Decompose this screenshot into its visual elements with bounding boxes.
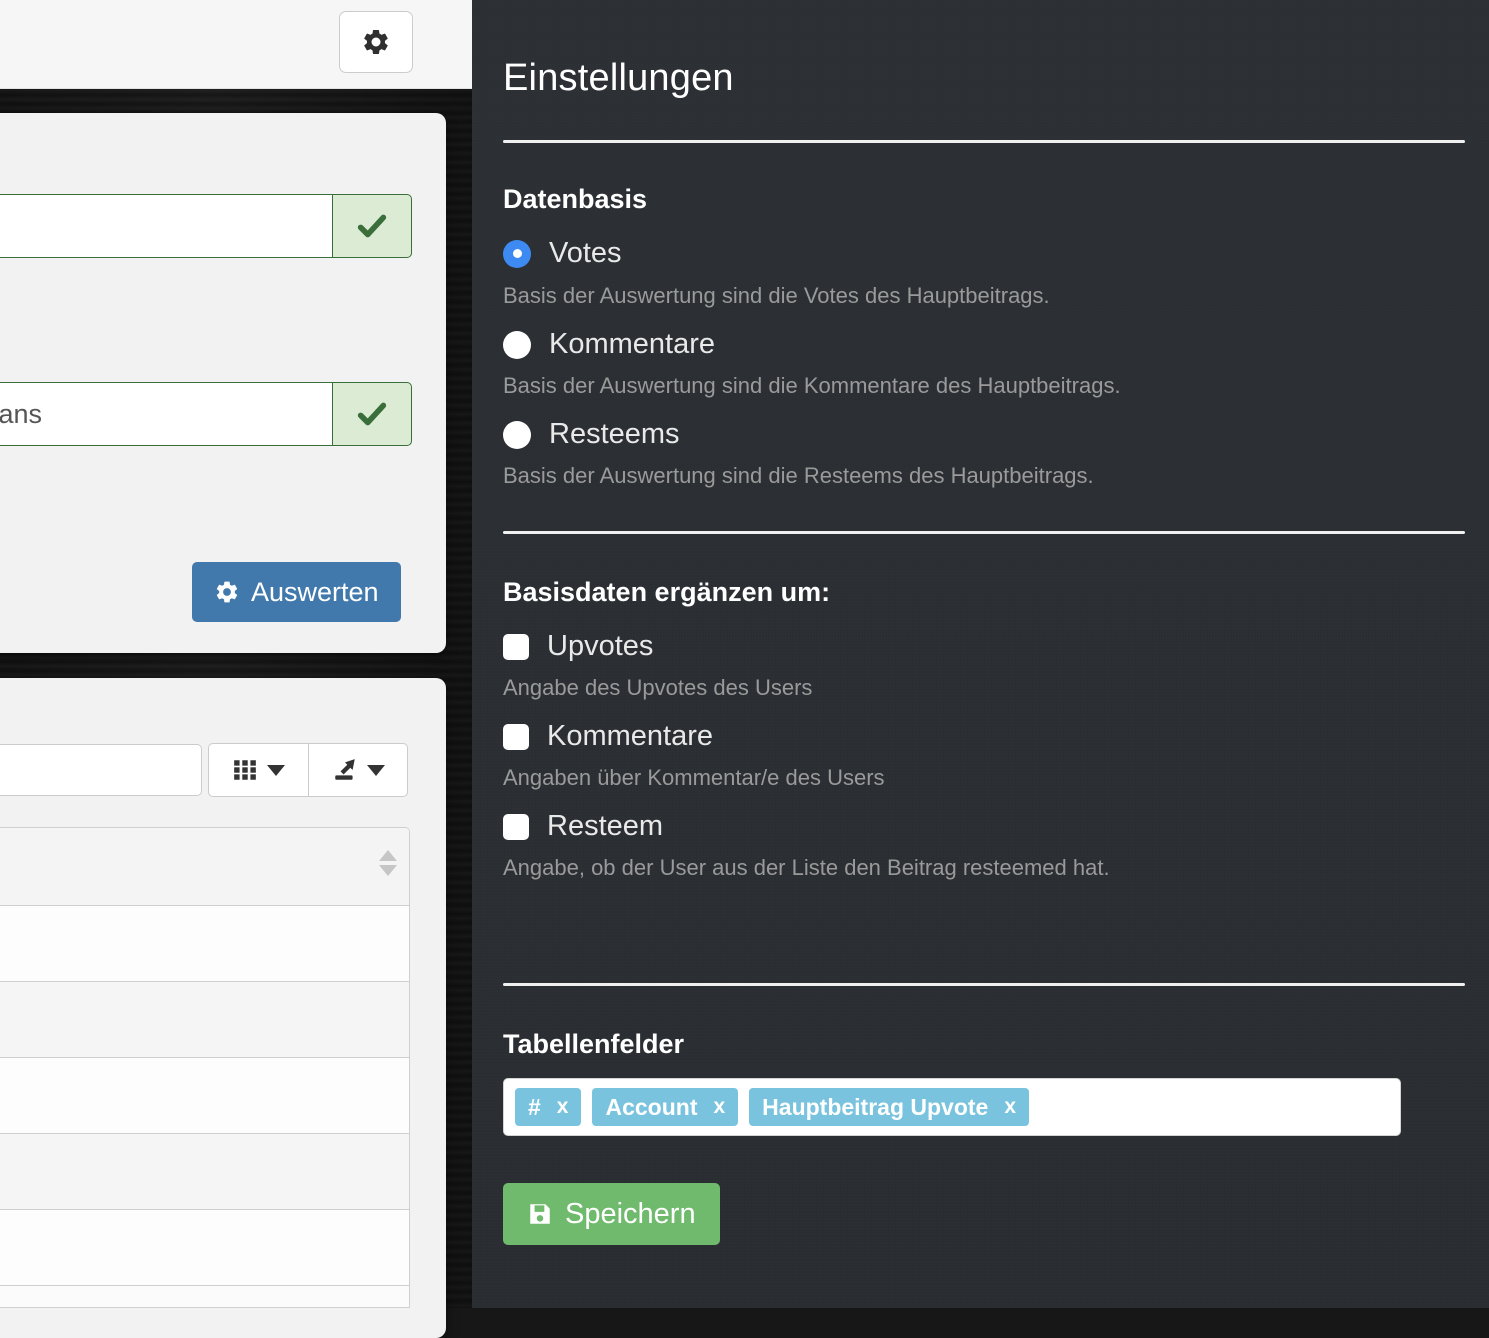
auswerten-button[interactable]: Auswerten <box>192 562 401 622</box>
grid-header-row[interactable] <box>0 828 409 906</box>
table-row[interactable] <box>0 1058 409 1134</box>
left-app-column: emians Auswerten <box>0 0 472 1338</box>
input-field-2[interactable]: emians <box>0 382 333 446</box>
tag-account[interactable]: Account x <box>592 1088 739 1126</box>
auswerten-button-label: Auswerten <box>251 576 379 607</box>
gear-icon <box>216 581 238 603</box>
radio-resteems[interactable] <box>503 420 531 449</box>
radio-resteems-description: Basis der Auswertung sind die Resteems d… <box>503 463 1094 488</box>
grid-icon <box>234 760 256 780</box>
table-search-input[interactable] <box>0 744 202 796</box>
radio-option-kommentare[interactable]: Kommentare <box>503 328 715 361</box>
section-title-basisdaten: Basisdaten ergänzen um: <box>503 577 831 607</box>
app-topbar <box>0 0 472 89</box>
tag-hash-label: # <box>528 1093 541 1120</box>
caret-down-icon <box>267 764 285 776</box>
section-title-datenbasis: Datenbasis <box>503 184 648 214</box>
radio-option-votes[interactable]: Votes <box>503 237 622 270</box>
radio-votes[interactable] <box>503 239 531 268</box>
form-row-1 <box>0 194 412 258</box>
checkbox-upvotes[interactable] <box>503 633 529 660</box>
speichern-button[interactable]: Speichern <box>503 1183 720 1245</box>
checkbox-upvotes-description: Angabe des Upvotes des Users <box>503 675 813 700</box>
input-2-valid-addon <box>332 382 412 446</box>
tag-hauptbeitrag-upvote-remove[interactable]: x <box>1004 1095 1016 1119</box>
table-row[interactable] <box>0 906 409 982</box>
tag-hauptbeitrag-upvote-label: Hauptbeitrag Upvote <box>762 1093 989 1120</box>
checkbox-option-kommentare[interactable]: Kommentare <box>503 720 713 753</box>
table-row[interactable] <box>0 1210 409 1286</box>
divider <box>503 140 1465 143</box>
radio-resteems-label: Resteems <box>549 418 680 450</box>
speichern-button-label: Speichern <box>565 1197 696 1230</box>
checkbox-kommentare-label: Kommentare <box>547 720 714 752</box>
tag-account-remove[interactable]: x <box>713 1095 725 1119</box>
radio-kommentare[interactable] <box>503 330 531 359</box>
gear-icon <box>364 29 388 55</box>
checkbox-upvotes-label: Upvotes <box>547 630 654 662</box>
checkbox-kommentare-description: Angaben über Kommentar/e des Users <box>503 765 885 790</box>
caret-down-icon <box>366 764 385 776</box>
checkbox-resteem-label: Resteem <box>547 810 664 842</box>
section-title-tabellenfelder: Tabellenfelder <box>503 1029 685 1059</box>
radio-votes-label: Votes <box>549 237 622 269</box>
settings-drawer: Einstellungen Datenbasis Votes Basis der… <box>472 0 1489 1308</box>
table-row[interactable] <box>0 1134 409 1210</box>
radio-kommentare-description: Basis der Auswertung sind die Kommentare… <box>503 373 1121 398</box>
tag-hash-remove[interactable]: x <box>557 1095 569 1119</box>
sort-updown-icon[interactable] <box>379 850 397 876</box>
checkbox-option-upvotes[interactable]: Upvotes <box>503 630 653 663</box>
tag-account-label: Account <box>605 1093 698 1120</box>
settings-gear-button[interactable] <box>339 11 413 73</box>
check-icon <box>358 402 387 426</box>
form-row-2: emians <box>0 382 412 446</box>
export-dropdown-button[interactable] <box>308 743 408 797</box>
check-icon <box>358 214 387 238</box>
tag-hash[interactable]: # x <box>515 1088 582 1126</box>
results-grid <box>0 827 410 1308</box>
divider <box>503 531 1465 534</box>
divider <box>503 983 1465 986</box>
page-title: Einstellungen <box>503 57 734 99</box>
checkbox-kommentare[interactable] <box>503 723 529 750</box>
export-icon <box>334 759 355 780</box>
radio-votes-description: Basis der Auswertung sind die Votes des … <box>503 283 1050 308</box>
radio-kommentare-label: Kommentare <box>549 328 716 360</box>
checkbox-resteem-description: Angabe, ob der User aus der Liste den Be… <box>503 855 1110 880</box>
save-floppy-icon <box>530 1204 550 1224</box>
tabellenfelder-tag-input[interactable]: # x Account x Hauptbeitrag Upvote x <box>503 1078 1401 1136</box>
columns-dropdown-button[interactable] <box>208 743 308 797</box>
checkbox-resteem[interactable] <box>503 813 529 840</box>
input-1-valid-addon <box>332 194 412 258</box>
checkbox-option-resteem[interactable]: Resteem <box>503 810 663 843</box>
input-field-1[interactable] <box>0 194 333 258</box>
tag-hauptbeitrag-upvote[interactable]: Hauptbeitrag Upvote x <box>749 1088 1030 1126</box>
table-row[interactable] <box>0 982 409 1058</box>
radio-option-resteems[interactable]: Resteems <box>503 418 680 451</box>
table-toolbar-buttons <box>208 743 408 797</box>
